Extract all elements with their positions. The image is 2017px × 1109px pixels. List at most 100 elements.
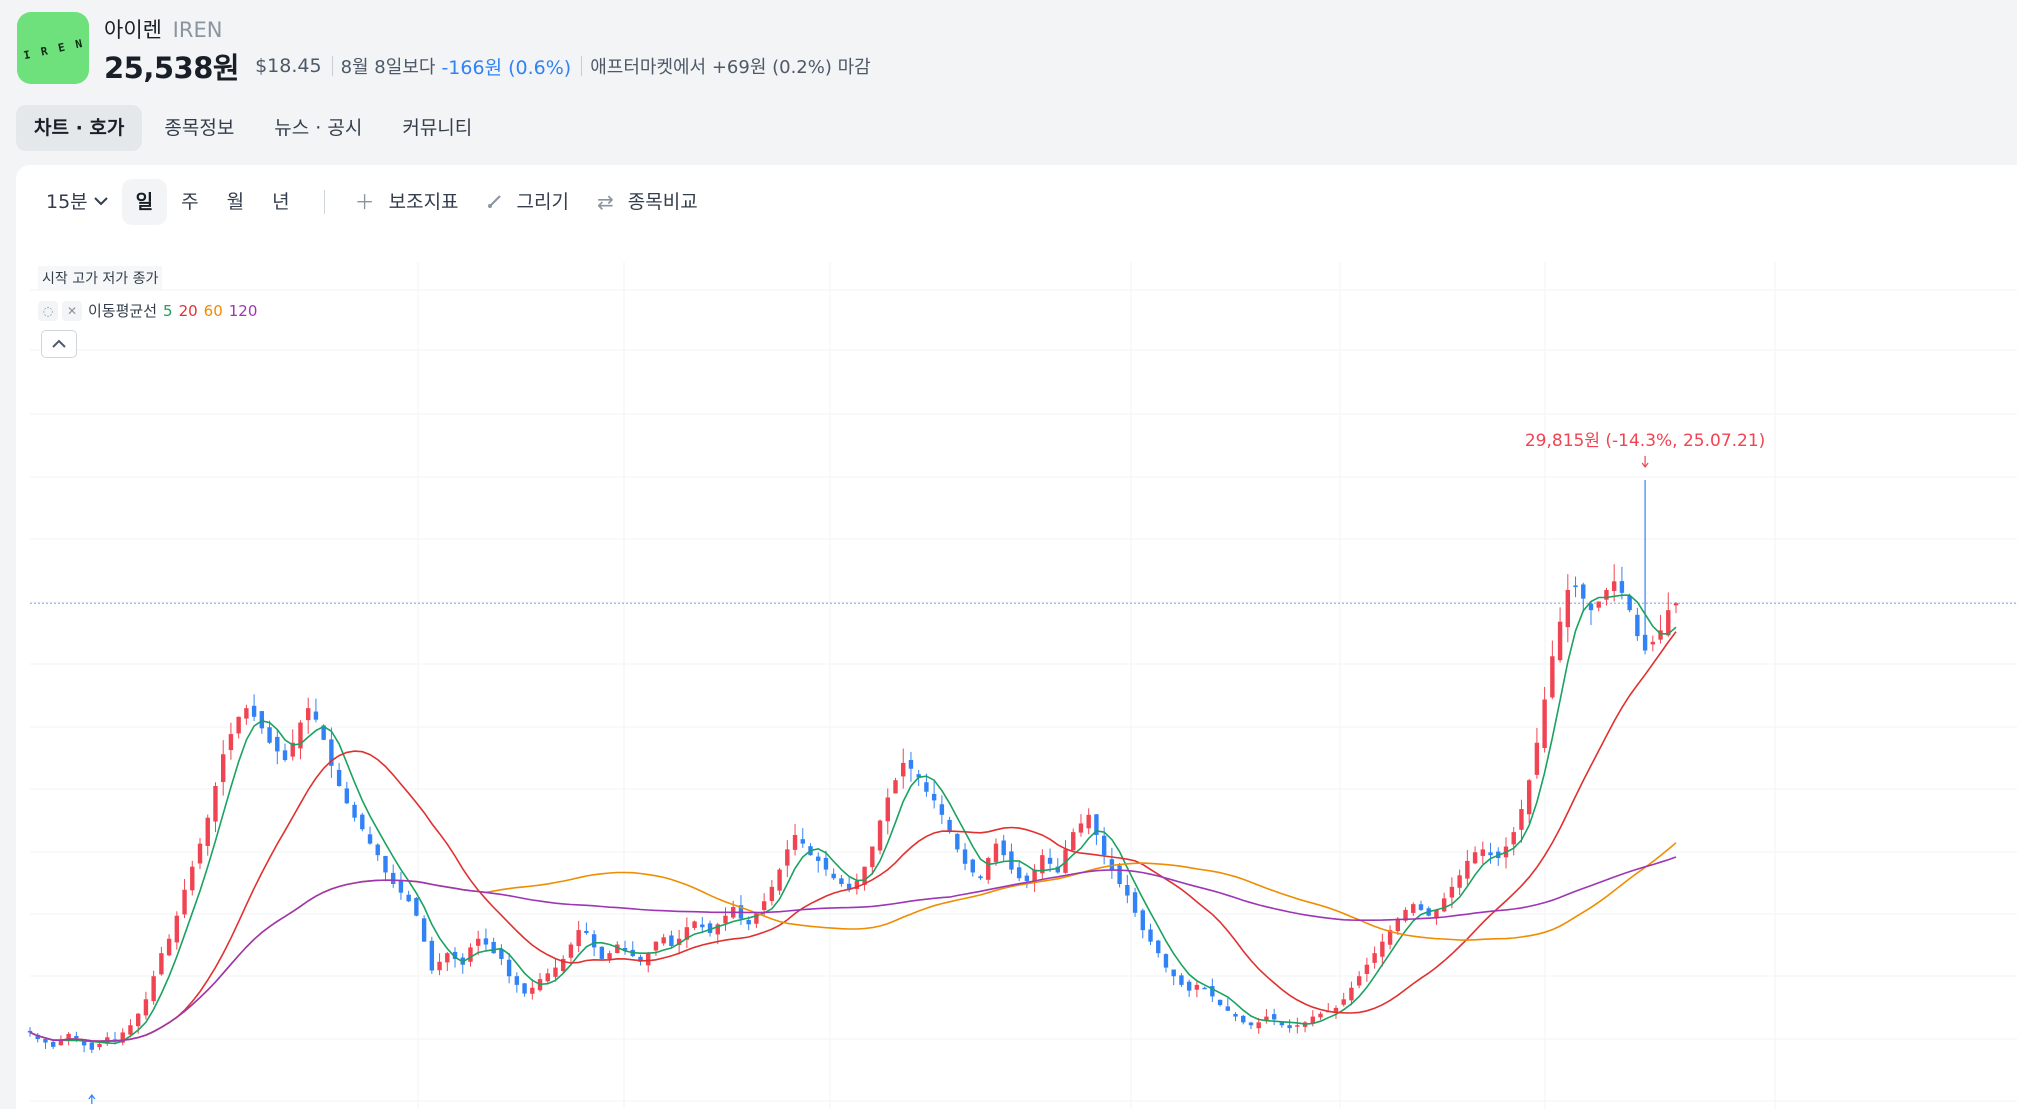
candle-body bbox=[669, 935, 674, 946]
candle-body bbox=[568, 944, 574, 958]
candle-body bbox=[159, 953, 164, 975]
candle-body bbox=[135, 1013, 141, 1027]
candle-body bbox=[962, 849, 968, 864]
candle-body bbox=[1611, 581, 1617, 592]
candle-body bbox=[499, 949, 504, 959]
candle-body bbox=[197, 843, 203, 864]
candle-body bbox=[1101, 835, 1107, 856]
candle-body bbox=[1341, 999, 1346, 1005]
candle-body bbox=[89, 1042, 95, 1050]
candle-body bbox=[506, 959, 512, 977]
candle-body bbox=[1248, 1022, 1254, 1026]
candle-body bbox=[151, 976, 156, 1002]
candle-body bbox=[305, 708, 311, 721]
close-icon[interactable]: ✕ bbox=[62, 300, 82, 321]
candle-body bbox=[391, 872, 396, 884]
candle-body bbox=[128, 1025, 133, 1035]
candle-body bbox=[1557, 621, 1563, 661]
candle-body bbox=[514, 976, 520, 985]
candle-body bbox=[220, 754, 226, 783]
chevron-up-icon bbox=[52, 339, 66, 348]
candle-body bbox=[1171, 969, 1176, 977]
candle-body bbox=[893, 780, 898, 794]
candle-body bbox=[476, 938, 481, 946]
candle-body bbox=[205, 817, 210, 846]
candle-body bbox=[1186, 981, 1192, 991]
candle-body bbox=[375, 844, 380, 856]
candle-body bbox=[1047, 857, 1053, 864]
candle-body bbox=[785, 849, 790, 866]
candle-body bbox=[236, 716, 241, 734]
candle-body bbox=[344, 788, 350, 804]
high-price-annotation: 29,815원 (-14.3%, 25.07.21) bbox=[1525, 431, 1765, 451]
candle-body bbox=[831, 873, 836, 879]
candle-body bbox=[1542, 699, 1547, 749]
candle-body bbox=[761, 901, 767, 911]
candle-body bbox=[282, 750, 288, 761]
candle-body bbox=[1194, 984, 1200, 990]
candle-body bbox=[1148, 929, 1153, 942]
candle-body bbox=[336, 769, 342, 786]
ma120-legend: 120 bbox=[228, 301, 258, 320]
candle-body bbox=[1534, 742, 1540, 775]
candle-body bbox=[986, 858, 991, 880]
candle-body bbox=[955, 833, 960, 850]
candle-body bbox=[313, 711, 319, 720]
candle-body bbox=[723, 915, 728, 924]
ma120-line bbox=[29, 856, 1677, 1043]
candle-body bbox=[870, 846, 875, 868]
candle-body bbox=[1480, 849, 1486, 856]
candle-body bbox=[1125, 885, 1130, 896]
candle-body bbox=[398, 880, 404, 893]
candle-body bbox=[1596, 601, 1601, 608]
ohlc-legend: 시작 고가 저가 종가 bbox=[38, 266, 163, 290]
candle-body bbox=[1217, 999, 1223, 1006]
candle-body bbox=[1295, 1025, 1300, 1027]
candle-body bbox=[1635, 614, 1640, 637]
candle-body bbox=[1372, 953, 1377, 963]
candle-body bbox=[275, 736, 280, 752]
candle-body bbox=[1418, 904, 1424, 910]
candle-body bbox=[1519, 809, 1524, 830]
candle-body bbox=[1156, 940, 1161, 954]
candle-body bbox=[1395, 918, 1401, 932]
ma5-legend: 5 bbox=[163, 301, 173, 320]
candle-body bbox=[1179, 975, 1184, 985]
eye-off-icon[interactable]: ◌ bbox=[38, 300, 58, 321]
candle-body bbox=[1256, 1022, 1261, 1029]
candle-body bbox=[414, 897, 419, 916]
candle-body bbox=[1441, 898, 1447, 912]
candle-body bbox=[661, 937, 666, 944]
candle-body bbox=[800, 839, 805, 844]
ma60-legend: 60 bbox=[203, 301, 223, 320]
candle-body bbox=[468, 947, 473, 962]
candle-body bbox=[545, 973, 550, 982]
candle-body bbox=[1465, 860, 1470, 879]
candle-body bbox=[421, 918, 427, 942]
candle-body bbox=[244, 708, 249, 719]
candle-body bbox=[1024, 875, 1030, 882]
candle-body bbox=[993, 843, 999, 862]
candlestick-chart[interactable]: 29,815원 (-14.3%, 25.07.21) bbox=[0, 0, 2017, 1109]
candle-body bbox=[174, 915, 180, 943]
candle-body bbox=[1511, 832, 1516, 845]
candle-body bbox=[50, 1041, 56, 1047]
candle-body bbox=[1573, 585, 1578, 588]
candle-body bbox=[553, 967, 558, 977]
candle-body bbox=[1588, 603, 1594, 611]
candle-body bbox=[823, 857, 829, 870]
candle-body bbox=[1279, 1022, 1285, 1026]
candle-body bbox=[1627, 595, 1632, 611]
candle-body bbox=[1619, 581, 1625, 593]
candle-body bbox=[228, 734, 234, 751]
candle-body bbox=[383, 855, 388, 873]
collapse-legend-button[interactable] bbox=[41, 330, 77, 358]
candle-body bbox=[267, 727, 272, 743]
candle-body bbox=[166, 938, 172, 956]
candle-body bbox=[1488, 852, 1493, 856]
stock-detail-page: IREN 아이렌 IREN 25,538원 $18.45 8월 8일보다 -16… bbox=[0, 0, 2017, 1109]
candle-body bbox=[584, 930, 589, 933]
candle-body bbox=[931, 793, 937, 801]
ma-legend-label: 이동평균선 bbox=[88, 302, 158, 320]
candle-body bbox=[1449, 886, 1455, 898]
